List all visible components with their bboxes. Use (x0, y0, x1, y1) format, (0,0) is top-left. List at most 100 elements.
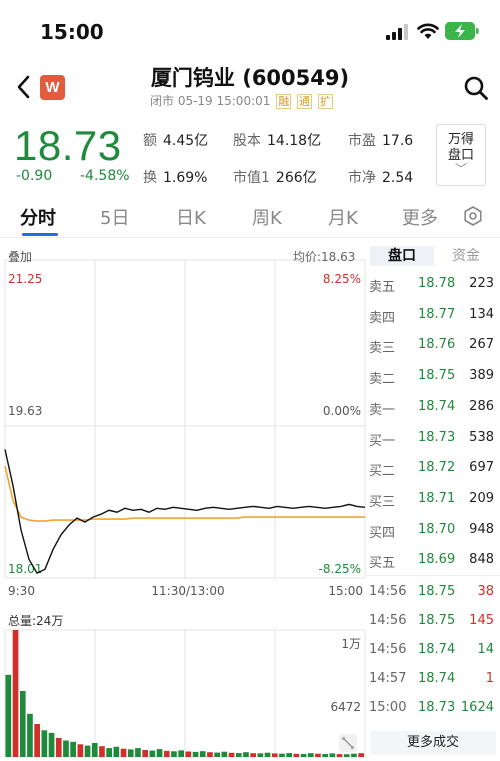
trade-price: 18.73 (418, 700, 456, 715)
expand-chart-icon[interactable] (339, 734, 357, 752)
stat-market-cap: 市值1 266亿 (233, 167, 317, 187)
level-volume: 948 (469, 521, 494, 537)
market-status-line: 闭市 05-19 15:00:01 融 通 扩 (150, 92, 333, 109)
trade-price: 18.75 (418, 613, 456, 628)
tab-intraday[interactable]: 分时 (20, 204, 56, 230)
volume-bar (199, 751, 206, 757)
level-label: 卖三 (369, 341, 396, 357)
volume-bar (358, 753, 364, 757)
trade-volume: 145 (469, 613, 494, 628)
current-price: 18.73 (14, 122, 122, 169)
trade-time: 14:56 (369, 642, 407, 657)
volume-tick-mid: 6472 (330, 700, 361, 714)
level-price: 18.78 (418, 276, 456, 291)
wind-order-book-button[interactable]: 万得 盘口 ﹀ (436, 124, 486, 186)
stat-value: 17.6 (382, 133, 414, 149)
ask-row[interactable]: 卖四 18.77 134 (366, 301, 500, 332)
status-time: 15:00 (40, 20, 104, 44)
cellular-signal-icon (386, 24, 408, 40)
ask-row[interactable]: 卖三 18.76 267 (366, 331, 500, 362)
stat-value: 4.45亿 (163, 133, 209, 149)
trade-volume: 38 (477, 584, 494, 599)
trade-row[interactable]: 14:57 18.74 1 (366, 665, 500, 696)
bid-row[interactable]: 买二 18.72 697 (366, 454, 500, 485)
volume-bar (185, 751, 192, 757)
tab-daily-k[interactable]: 日K (176, 204, 206, 230)
total-volume-label: 总量:24万 (8, 614, 63, 628)
bid-row[interactable]: 买三 18.71 209 (366, 485, 500, 516)
ask-row[interactable]: 卖一 18.74 286 (366, 393, 500, 424)
stat-value: 2.54 (382, 170, 414, 186)
tab-capital-flow[interactable]: 资金 (434, 246, 498, 266)
tab-weekly-k[interactable]: 周K (252, 204, 282, 230)
wifi-icon (417, 23, 439, 39)
trade-time: 15:00 (369, 700, 407, 715)
wind-button-line1: 万得 (447, 132, 474, 147)
ask-row[interactable]: 卖五 18.78 223 (366, 270, 500, 301)
bid-row[interactable]: 买一 18.73 538 (366, 424, 500, 455)
level-price: 18.69 (418, 552, 456, 568)
trade-row[interactable]: 15:00 18.73 1624 (366, 694, 500, 725)
volume-bar (221, 751, 228, 757)
ask-row[interactable]: 卖二 18.75 389 (366, 362, 500, 393)
trade-row[interactable]: 14:56 18.75 145 (366, 607, 500, 638)
average-price-label: 均价:18.63 (293, 250, 356, 264)
level-volume: 267 (469, 337, 494, 353)
volume-bar (207, 752, 213, 757)
volume-bar (250, 753, 256, 757)
stat-value: 1.69% (163, 170, 208, 186)
bid-row[interactable]: 买四 18.70 948 (366, 516, 500, 547)
trade-row[interactable]: 14:56 18.75 38 (366, 578, 500, 609)
level-label: 卖五 (369, 280, 396, 295)
tag-margin[interactable]: 融 (276, 94, 292, 109)
stock-title: 厦门钨业 (600549) (150, 66, 350, 90)
stat-turnover-amount: 额 4.45亿 (143, 130, 208, 150)
tag-connect[interactable]: 通 (297, 94, 313, 109)
level-label: 买四 (369, 525, 396, 541)
volume-bar (271, 753, 278, 757)
tab-monthly-k[interactable]: 月K (328, 204, 358, 230)
stat-label: 市值1 (233, 170, 270, 186)
trade-row[interactable]: 14:56 18.74 14 (366, 636, 500, 667)
level-label: 买一 (369, 433, 396, 449)
level-volume: 389 (469, 368, 494, 384)
price-change-percent: -4.58% (80, 168, 130, 184)
level-price: 18.73 (418, 429, 456, 445)
level-volume: 223 (469, 276, 494, 291)
level-price: 18.71 (418, 490, 456, 506)
volume-bar (293, 753, 300, 757)
intraday-chart-svg: 21.25 19.63 18.01 8.25% 0.00% -8.25% 9:3… (4, 259, 366, 758)
level-price: 18.76 (418, 337, 456, 353)
tab-more[interactable]: 更多 (402, 204, 438, 230)
volume-bar (127, 749, 134, 757)
x-tick-mid: 11:30/13:00 (151, 584, 224, 598)
level-label: 买五 (369, 556, 396, 572)
level-price: 18.72 (418, 460, 456, 476)
volume-bar (106, 748, 112, 757)
tag-expand[interactable]: 扩 (317, 94, 333, 109)
tab-5day[interactable]: 5日 (100, 204, 129, 230)
stat-turnover-rate: 换 1.69% (143, 167, 207, 187)
volume-bar (315, 753, 321, 757)
more-trades-button[interactable]: 更多成交 (370, 731, 496, 755)
level-price: 18.70 (418, 521, 456, 537)
level-volume: 134 (469, 306, 494, 322)
settings-gear-icon[interactable] (463, 206, 483, 226)
volume-bar (214, 752, 220, 757)
search-icon[interactable] (463, 75, 489, 101)
volume-bar (192, 751, 199, 757)
chevron-down-icon: ﹀ (454, 162, 467, 176)
volume-bar (156, 749, 163, 757)
trade-volume: 1624 (460, 700, 494, 715)
overlay-button[interactable]: 叠加 (8, 248, 32, 265)
trade-volume: 14 (477, 642, 494, 657)
pct-tick-mid: 0.00% (323, 404, 361, 418)
level-volume: 697 (469, 460, 494, 476)
level-price: 18.74 (418, 398, 456, 414)
stat-label: 市盈 (348, 133, 376, 149)
bid-row[interactable]: 买五 18.69 848 (366, 546, 500, 577)
volume-bar (99, 746, 105, 757)
status-bar: 15:00 (0, 0, 500, 60)
volume-bar (91, 743, 98, 757)
tab-order-book[interactable]: 盘口 (370, 246, 434, 266)
